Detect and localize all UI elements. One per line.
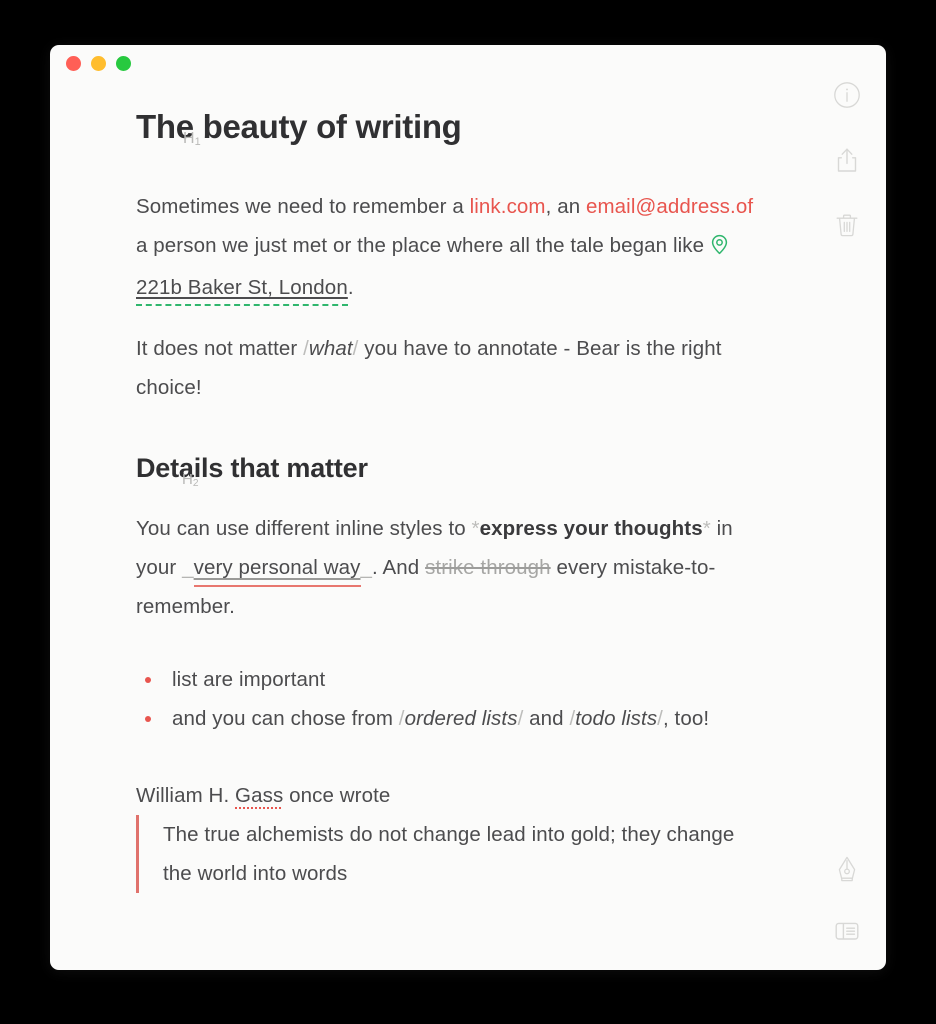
list-item-text-3: , too! xyxy=(662,707,710,730)
quote-intro-text-1: William H. xyxy=(136,784,236,807)
bold-marker-close: * xyxy=(702,517,711,540)
para3-text-3: . And xyxy=(372,556,426,579)
heading-1-row: H1 The beauty of writing xyxy=(136,105,766,149)
misspelled-word: Gass xyxy=(235,784,284,807)
list-item: and you can chose from /ordered lists/ a… xyxy=(136,699,766,738)
italic-text: what xyxy=(308,337,353,360)
strikethrough-text: strike through xyxy=(425,556,551,579)
underline-marker-close: _ xyxy=(360,556,373,579)
quote-intro-text-2: once wrote xyxy=(283,784,391,807)
bold-text: express your thoughts xyxy=(479,517,703,540)
para1-text-4: . xyxy=(347,276,354,299)
note-editor[interactable]: H1 The beauty of writing Sometimes we ne… xyxy=(50,45,886,893)
list-item-text-1: and you can chose from xyxy=(172,707,399,730)
link-email[interactable]: email@address.of xyxy=(586,195,753,218)
italic-text-todo: todo lists xyxy=(575,707,658,730)
address-link[interactable]: 221b Baker St, London xyxy=(136,276,348,299)
paragraph-styles: You can use different inline styles to *… xyxy=(136,509,766,626)
section-title: Details that matter xyxy=(136,453,368,483)
para2-text-1: It does not matter xyxy=(136,337,304,360)
heading-2-row: H2 Details that matter xyxy=(136,449,766,489)
blockquote-text: The true alchemists do not change lead i… xyxy=(163,823,735,885)
location-pin-icon xyxy=(710,229,729,268)
page-title: The beauty of writing xyxy=(136,108,462,145)
list-item-text: list are important xyxy=(172,668,326,691)
h2-marker: H2 xyxy=(182,471,199,489)
list-item: list are important xyxy=(136,660,766,699)
para1-text-1: Sometimes we need to remember a xyxy=(136,195,470,218)
para1-text-3: a person we just met or the place where … xyxy=(136,234,710,257)
sidebar-panel-icon[interactable] xyxy=(830,914,864,948)
app-window: H1 The beauty of writing Sometimes we ne… xyxy=(50,45,886,970)
bullet-list: list are important and you can chose fro… xyxy=(136,660,766,738)
h1-marker: H1 xyxy=(183,130,201,148)
underline-marker-open: _ xyxy=(182,556,194,579)
para1-text-2: , an xyxy=(545,195,586,218)
italic-text-ordered: ordered lists xyxy=(404,707,518,730)
para3-text-1: You can use different inline styles to xyxy=(136,517,472,540)
link-url[interactable]: link.com xyxy=(470,195,546,218)
paragraph-intro: Sometimes we need to remember a link.com… xyxy=(136,187,766,307)
bold-marker-open: * xyxy=(471,517,480,540)
quote-attribution: William H. Gass once wrote xyxy=(136,776,766,815)
paragraph-annotate: It does not matter /what/ you have to an… xyxy=(136,329,766,407)
underline-text: very personal way xyxy=(193,556,361,579)
blockquote: The true alchemists do not change lead i… xyxy=(136,815,766,893)
list-item-text-2: and xyxy=(523,707,570,730)
